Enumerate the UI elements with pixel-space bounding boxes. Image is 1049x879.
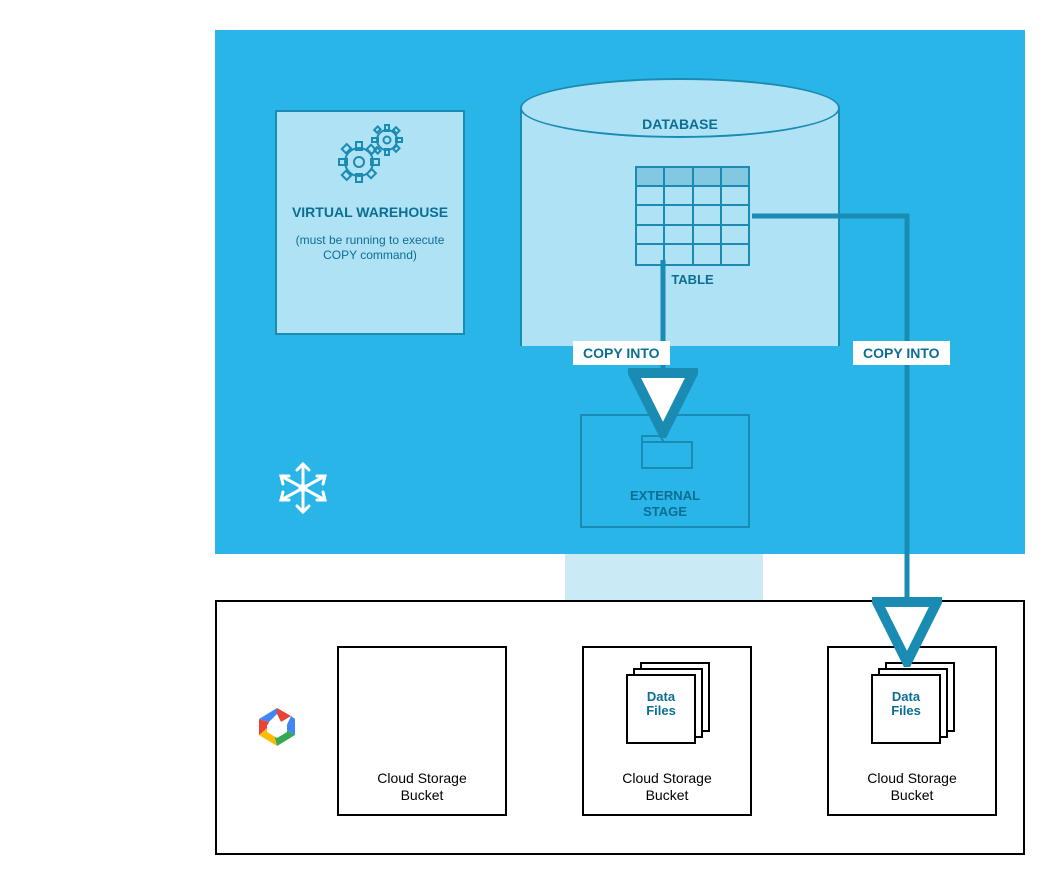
external-stage-label: EXTERNAL STAGE bbox=[582, 488, 748, 519]
cloud-bucket-1-label: Cloud Storage Bucket bbox=[339, 770, 505, 804]
external-stage-box: EXTERNAL STAGE bbox=[580, 414, 750, 528]
virtual-warehouse-title: VIRTUAL WAREHOUSE bbox=[289, 204, 451, 221]
virtual-warehouse-box: VIRTUAL WAREHOUSE (must be running to ex… bbox=[275, 110, 465, 335]
bucket-label-line1: Cloud Storage bbox=[622, 770, 712, 786]
google-cloud-icon bbox=[247, 702, 307, 752]
external-stage-label-line2: STAGE bbox=[643, 504, 687, 519]
bucket-label-line2: Bucket bbox=[646, 787, 689, 803]
data-files-line1: Data bbox=[647, 689, 675, 704]
table-label: TABLE bbox=[635, 272, 750, 287]
virtual-warehouse-note: (must be running to execute COPY command… bbox=[289, 233, 451, 264]
data-files-line2: Files bbox=[646, 703, 676, 718]
cloud-bucket-1: Cloud Storage Bucket bbox=[337, 646, 507, 816]
database-label: DATABASE bbox=[520, 116, 840, 132]
copy-into-label-right: COPY INTO bbox=[853, 341, 950, 365]
data-files-stack: Data Files bbox=[626, 662, 710, 744]
bucket-label-line1: Cloud Storage bbox=[377, 770, 467, 786]
cloud-bucket-3: Data Files Cloud Storage Bucket bbox=[827, 646, 997, 816]
cloud-region: Cloud Storage Bucket Data Files Cloud St… bbox=[215, 600, 1025, 855]
cloud-bucket-3-label: Cloud Storage Bucket bbox=[829, 770, 995, 804]
data-files-stack: Data Files bbox=[871, 662, 955, 744]
folder-icon bbox=[640, 432, 694, 472]
data-files-line2: Files bbox=[891, 703, 921, 718]
bucket-label-line1: Cloud Storage bbox=[867, 770, 957, 786]
gears-icon bbox=[335, 122, 409, 190]
database-cylinder: DATABASE TABLE bbox=[520, 78, 840, 346]
data-files-line1: Data bbox=[892, 689, 920, 704]
bucket-label-line2: Bucket bbox=[401, 787, 444, 803]
table-grid bbox=[635, 166, 750, 266]
cloud-bucket-2: Data Files Cloud Storage Bucket bbox=[582, 646, 752, 816]
snowflake-icon bbox=[275, 460, 331, 516]
bucket-label-line2: Bucket bbox=[891, 787, 934, 803]
copy-into-label-left: COPY INTO bbox=[573, 341, 670, 365]
cloud-bucket-2-label: Cloud Storage Bucket bbox=[584, 770, 750, 804]
external-stage-label-line1: EXTERNAL bbox=[630, 488, 700, 503]
